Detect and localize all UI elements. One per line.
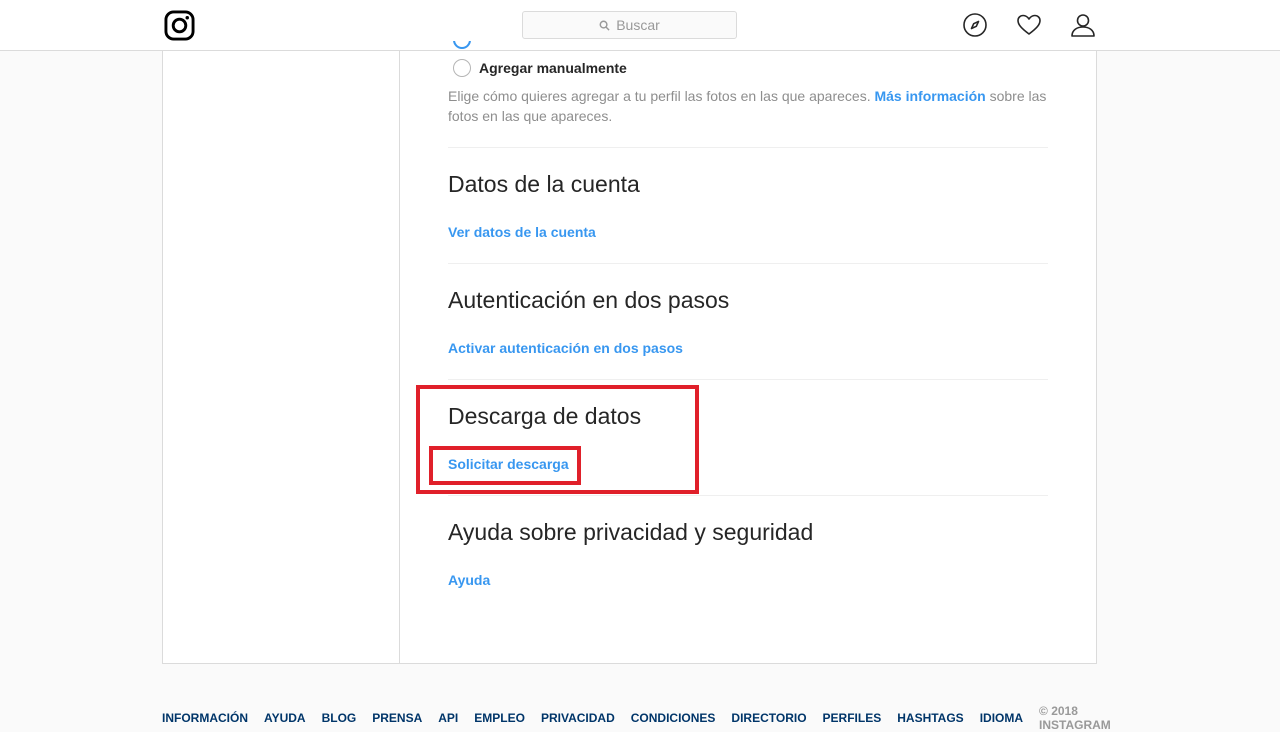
footer-link-directory[interactable]: DIRECTORIO — [731, 711, 806, 725]
footer-link-jobs[interactable]: EMPLEO — [474, 711, 525, 725]
account-data-title: Datos de la cuenta — [448, 171, 640, 197]
help-link[interactable]: Ayuda — [448, 572, 490, 588]
settings-sidebar — [163, 51, 400, 663]
note-text-before: Elige cómo quieres agregar a tu perfil l… — [448, 88, 875, 104]
heart-icon[interactable] — [1016, 12, 1042, 38]
settings-card — [162, 51, 1097, 664]
search-icon — [599, 20, 610, 31]
two-factor-title: Autenticación en dos pasos — [448, 287, 730, 313]
search-input[interactable]: Buscar — [522, 11, 737, 39]
compass-icon[interactable] — [962, 12, 988, 38]
footer: INFORMACIÓN AYUDA BLOG PRENSA API EMPLEO… — [162, 704, 1111, 732]
footer-link-help[interactable]: AYUDA — [264, 711, 306, 725]
enable-two-factor-link[interactable]: Activar autenticación en dos pasos — [448, 340, 683, 356]
copyright-text: © 2018 INSTAGRAM — [1039, 704, 1111, 732]
divider — [448, 379, 1048, 380]
photos-of-you-note: Elige cómo quieres agregar a tu perfil l… — [448, 86, 1048, 126]
footer-link-terms[interactable]: CONDICIONES — [631, 711, 716, 725]
footer-link-blog[interactable]: BLOG — [322, 711, 357, 725]
privacy-help-title: Ayuda sobre privacidad y seguridad — [448, 519, 814, 545]
footer-link-privacy[interactable]: PRIVACIDAD — [541, 711, 615, 725]
radio-automatic[interactable] — [453, 41, 471, 49]
more-info-link[interactable]: Más información — [874, 88, 985, 104]
view-account-data-link[interactable]: Ver datos de la cuenta — [448, 224, 596, 240]
footer-link-hashtags[interactable]: HASHTAGS — [897, 711, 963, 725]
user-icon[interactable] — [1070, 12, 1096, 38]
option-add-manually[interactable]: Agregar manualmente — [453, 59, 627, 77]
instagram-logo-icon[interactable] — [164, 10, 195, 41]
footer-link-press[interactable]: PRENSA — [372, 711, 422, 725]
search-placeholder: Buscar — [616, 17, 660, 33]
top-bar: Buscar — [0, 0, 1280, 51]
divider — [448, 147, 1048, 148]
option-add-manually-label: Agregar manualmente — [479, 60, 627, 76]
footer-link-profiles[interactable]: PERFILES — [823, 711, 882, 725]
divider — [448, 495, 1048, 496]
footer-link-api[interactable]: API — [438, 711, 458, 725]
highlight-box-link — [429, 446, 581, 485]
footer-link-about[interactable]: INFORMACIÓN — [162, 711, 248, 725]
divider — [448, 263, 1048, 264]
footer-link-language[interactable]: IDIOMA — [980, 711, 1023, 725]
radio-button[interactable] — [453, 59, 471, 77]
